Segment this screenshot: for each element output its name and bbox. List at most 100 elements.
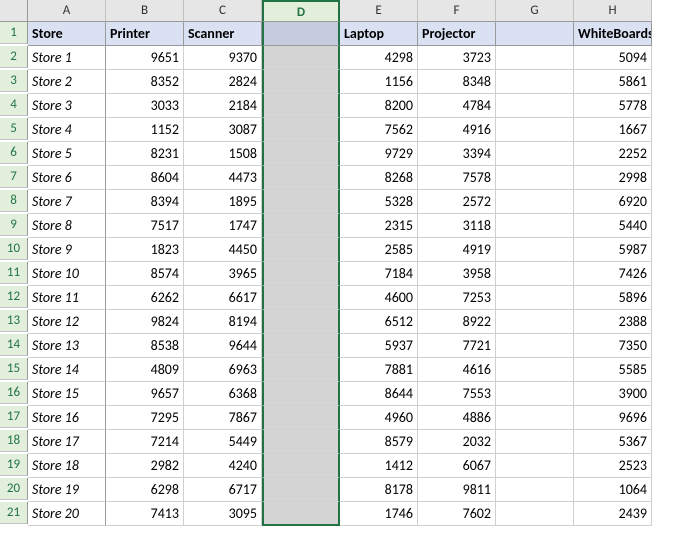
cell-A14[interactable]: Store 13 bbox=[28, 334, 106, 358]
cell-G15[interactable] bbox=[496, 358, 574, 382]
header-cell-H[interactable]: WhiteBoards bbox=[574, 22, 652, 46]
cell-B11[interactable]: 8574 bbox=[106, 262, 184, 286]
cell-A21[interactable]: Store 20 bbox=[28, 502, 106, 526]
cell-G13[interactable] bbox=[496, 310, 574, 334]
cell-C20[interactable]: 6717 bbox=[184, 478, 262, 502]
cell-C18[interactable]: 5449 bbox=[184, 430, 262, 454]
cell-D5[interactable] bbox=[262, 118, 340, 142]
cell-A6[interactable]: Store 5 bbox=[28, 142, 106, 166]
cell-G12[interactable] bbox=[496, 286, 574, 310]
cell-B2[interactable]: 9651 bbox=[106, 46, 184, 70]
cell-E14[interactable]: 5937 bbox=[340, 334, 418, 358]
row-header-2[interactable]: 2 bbox=[0, 46, 28, 68]
row-header-9[interactable]: 9 bbox=[0, 214, 28, 236]
cell-B6[interactable]: 8231 bbox=[106, 142, 184, 166]
cell-H16[interactable]: 3900 bbox=[574, 382, 652, 406]
row-header-8[interactable]: 8 bbox=[0, 190, 28, 212]
cell-G16[interactable] bbox=[496, 382, 574, 406]
cell-B12[interactable]: 6262 bbox=[106, 286, 184, 310]
cell-E18[interactable]: 8579 bbox=[340, 430, 418, 454]
cell-E13[interactable]: 6512 bbox=[340, 310, 418, 334]
cell-H2[interactable]: 5094 bbox=[574, 46, 652, 70]
cell-C9[interactable]: 1747 bbox=[184, 214, 262, 238]
cell-E21[interactable]: 1746 bbox=[340, 502, 418, 526]
cell-D14[interactable] bbox=[262, 334, 340, 358]
cell-D10[interactable] bbox=[262, 238, 340, 262]
cell-F4[interactable]: 4784 bbox=[418, 94, 496, 118]
cell-H12[interactable]: 5896 bbox=[574, 286, 652, 310]
cell-E17[interactable]: 4960 bbox=[340, 406, 418, 430]
cell-F13[interactable]: 8922 bbox=[418, 310, 496, 334]
cell-A3[interactable]: Store 2 bbox=[28, 70, 106, 94]
cell-A5[interactable]: Store 4 bbox=[28, 118, 106, 142]
cell-C17[interactable]: 7867 bbox=[184, 406, 262, 430]
cell-G19[interactable] bbox=[496, 454, 574, 478]
row-header-18[interactable]: 18 bbox=[0, 430, 28, 452]
cell-D17[interactable] bbox=[262, 406, 340, 430]
spreadsheet-grid[interactable]: ABCDEFGH1StorePrinterScannerLaptopProjec… bbox=[0, 0, 693, 526]
cell-C12[interactable]: 6617 bbox=[184, 286, 262, 310]
cell-H14[interactable]: 7350 bbox=[574, 334, 652, 358]
header-cell-A[interactable]: Store bbox=[28, 22, 106, 46]
cell-E6[interactable]: 9729 bbox=[340, 142, 418, 166]
cell-E10[interactable]: 2585 bbox=[340, 238, 418, 262]
cell-G17[interactable] bbox=[496, 406, 574, 430]
cell-H19[interactable]: 2523 bbox=[574, 454, 652, 478]
cell-G4[interactable] bbox=[496, 94, 574, 118]
cell-F12[interactable]: 7253 bbox=[418, 286, 496, 310]
cell-D11[interactable] bbox=[262, 262, 340, 286]
col-header-E[interactable]: E bbox=[340, 0, 418, 22]
row-header-1[interactable]: 1 bbox=[0, 22, 28, 44]
cell-D2[interactable] bbox=[262, 46, 340, 70]
cell-F10[interactable]: 4919 bbox=[418, 238, 496, 262]
cell-A13[interactable]: Store 12 bbox=[28, 310, 106, 334]
row-header-14[interactable]: 14 bbox=[0, 334, 28, 356]
cell-D15[interactable] bbox=[262, 358, 340, 382]
col-header-F[interactable]: F bbox=[418, 0, 496, 22]
cell-F19[interactable]: 6067 bbox=[418, 454, 496, 478]
cell-H6[interactable]: 2252 bbox=[574, 142, 652, 166]
cell-F5[interactable]: 4916 bbox=[418, 118, 496, 142]
cell-B20[interactable]: 6298 bbox=[106, 478, 184, 502]
cell-C11[interactable]: 3965 bbox=[184, 262, 262, 286]
cell-D8[interactable] bbox=[262, 190, 340, 214]
cell-H9[interactable]: 5440 bbox=[574, 214, 652, 238]
cell-G11[interactable] bbox=[496, 262, 574, 286]
col-header-H[interactable]: H bbox=[574, 0, 652, 22]
cell-F18[interactable]: 2032 bbox=[418, 430, 496, 454]
cell-C7[interactable]: 4473 bbox=[184, 166, 262, 190]
row-header-5[interactable]: 5 bbox=[0, 118, 28, 140]
cell-G5[interactable] bbox=[496, 118, 574, 142]
cell-A15[interactable]: Store 14 bbox=[28, 358, 106, 382]
cell-E12[interactable]: 4600 bbox=[340, 286, 418, 310]
col-header-A[interactable]: A bbox=[28, 0, 106, 22]
cell-D20[interactable] bbox=[262, 478, 340, 502]
cell-A8[interactable]: Store 7 bbox=[28, 190, 106, 214]
cell-A9[interactable]: Store 8 bbox=[28, 214, 106, 238]
cell-G2[interactable] bbox=[496, 46, 574, 70]
cell-F20[interactable]: 9811 bbox=[418, 478, 496, 502]
select-all-corner[interactable] bbox=[0, 0, 28, 22]
cell-D16[interactable] bbox=[262, 382, 340, 406]
cell-B7[interactable]: 8604 bbox=[106, 166, 184, 190]
row-header-10[interactable]: 10 bbox=[0, 238, 28, 260]
cell-H13[interactable]: 2388 bbox=[574, 310, 652, 334]
cell-G10[interactable] bbox=[496, 238, 574, 262]
header-cell-B[interactable]: Printer bbox=[106, 22, 184, 46]
cell-A4[interactable]: Store 3 bbox=[28, 94, 106, 118]
row-header-13[interactable]: 13 bbox=[0, 310, 28, 332]
cell-D21[interactable] bbox=[262, 502, 340, 526]
cell-H3[interactable]: 5861 bbox=[574, 70, 652, 94]
cell-A7[interactable]: Store 6 bbox=[28, 166, 106, 190]
cell-F14[interactable]: 7721 bbox=[418, 334, 496, 358]
cell-A2[interactable]: Store 1 bbox=[28, 46, 106, 70]
cell-C6[interactable]: 1508 bbox=[184, 142, 262, 166]
cell-D13[interactable] bbox=[262, 310, 340, 334]
cell-F2[interactable]: 3723 bbox=[418, 46, 496, 70]
cell-E4[interactable]: 8200 bbox=[340, 94, 418, 118]
cell-A11[interactable]: Store 10 bbox=[28, 262, 106, 286]
cell-E15[interactable]: 7881 bbox=[340, 358, 418, 382]
cell-B13[interactable]: 9824 bbox=[106, 310, 184, 334]
cell-C19[interactable]: 4240 bbox=[184, 454, 262, 478]
cell-F15[interactable]: 4616 bbox=[418, 358, 496, 382]
